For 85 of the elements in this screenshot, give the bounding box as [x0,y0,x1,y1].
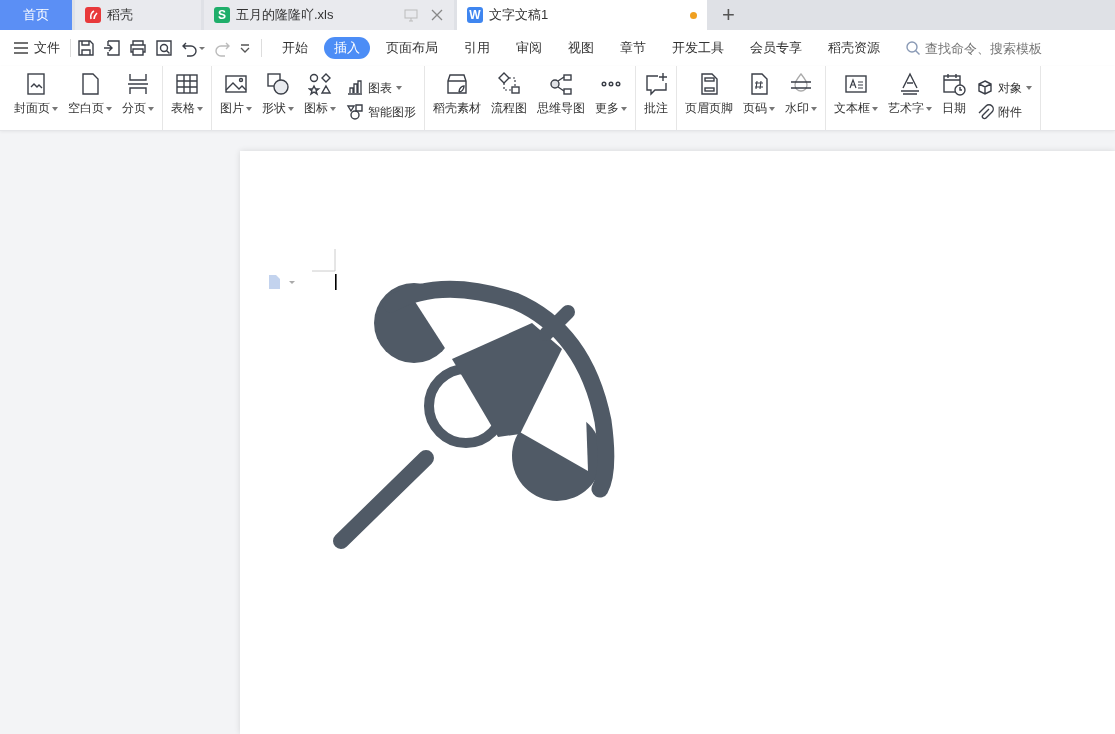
ribbon-tab[interactable]: 会员专享 [740,37,812,59]
caret-icon [769,106,775,111]
ribbon-button[interactable]: 图标 [300,70,340,130]
bar-chart-icon [346,79,364,97]
tab-label: 文字文稿1 [489,6,549,24]
flowchart-icon [497,72,521,96]
shapes-icon [346,103,364,121]
ribbon-button[interactable]: 稻壳素材 [429,70,485,130]
shapes-icon [266,72,290,96]
file-type-icon: S [214,7,230,23]
search-icon [906,41,920,55]
ribbon-tab[interactable]: 开发工具 [662,37,734,59]
ribbon-button[interactable]: 思维导图 [533,70,589,130]
file-type-icon: W [467,7,483,23]
ribbon-button[interactable]: 附件 [976,103,1032,121]
caret-icon [330,106,336,111]
margin-corner-mark [311,248,336,272]
ribbon-button[interactable]: 图表 [346,79,416,97]
caret-icon [926,106,932,111]
print-icon [129,39,147,57]
ribbon-button[interactable]: 图片 [216,70,256,130]
ribbon-button[interactable]: 艺术字 [884,70,936,130]
tab-label: 稻壳 [107,6,133,24]
ribbon-tab[interactable]: 审阅 [506,37,552,59]
document-tab[interactable]: W 文字文稿1 [457,0,707,30]
text-cursor [335,274,337,290]
comment-icon [644,72,668,96]
ribbon-button[interactable]: 更多 [591,70,631,130]
ribbon-button[interactable]: 智能图形 [346,103,416,121]
ribbon-button[interactable]: 日期 [938,70,970,130]
ribbon-tab[interactable]: 章节 [610,37,656,59]
ribbon-tab[interactable]: 开始 [272,37,318,59]
caret-icon [872,106,878,111]
export-icon [103,39,121,57]
ribbon-button[interactable]: 流程图 [487,70,531,130]
tab-label: 首页 [23,6,49,24]
shapes-icon [308,72,332,96]
table-icon [175,72,199,96]
tab-label: 五月的隆隆吖.xls [236,6,334,24]
ribbon-button[interactable]: 水印 [781,70,821,130]
ribbon-button[interactable]: 对象 [976,79,1032,97]
ribbon-tab[interactable]: 稻壳资源 [818,37,890,59]
triangle-icon [898,72,922,96]
caret-icon [1026,86,1032,90]
ribbon-button[interactable]: 页眉页脚 [681,70,737,130]
ribbon-button[interactable]: 表格 [167,70,207,130]
textbox-icon [844,72,868,96]
caret-icon [811,106,817,111]
menu-icon [14,42,28,54]
ribbon-button[interactable]: 批注 [640,70,672,130]
document-tab[interactable]: 稻壳 [75,0,201,30]
new-tab-button[interactable]: + [710,0,747,30]
caret-icon [246,106,252,111]
ribbon-tab[interactable]: 视图 [558,37,604,59]
page-break-icon [126,72,150,96]
ribbon-button[interactable]: 封面页 [10,70,62,130]
ribbon-button[interactable]: 文本框 [830,70,882,130]
monitor-icon [404,8,418,22]
cube-icon [976,79,994,97]
ribbon-button[interactable]: 形状 [258,70,298,130]
preview-icon [155,39,173,57]
caret-icon [288,106,294,111]
calendar-icon [942,72,966,96]
caret-icon [106,106,112,111]
file-menu[interactable]: 文件 [34,39,60,57]
save-icon [77,39,95,57]
search-field[interactable]: 查找命令、搜索模板 [923,39,1077,57]
ribbon-tab[interactable]: 页面布局 [376,37,448,59]
store-icon [445,72,469,96]
paperclip-icon [976,103,994,121]
dots-icon [599,81,623,87]
caret-icon [621,106,627,111]
ribbon-button[interactable]: 分页 [118,70,158,130]
document-tab[interactable]: S 五月的隆隆吖.xls [204,0,454,30]
caret-icon [396,86,402,90]
caret-icon [197,106,203,111]
image-icon [224,72,248,96]
paragraph-icon[interactable] [269,275,295,289]
ribbon-tab[interactable]: 引用 [454,37,500,59]
ribbon-button[interactable]: 页码 [739,70,779,130]
caret-icon [148,106,154,111]
ribbon-button[interactable]: 空白页 [64,70,116,130]
page-icon [24,72,48,96]
caret-icon [52,106,58,111]
mindmap-icon [549,72,573,96]
